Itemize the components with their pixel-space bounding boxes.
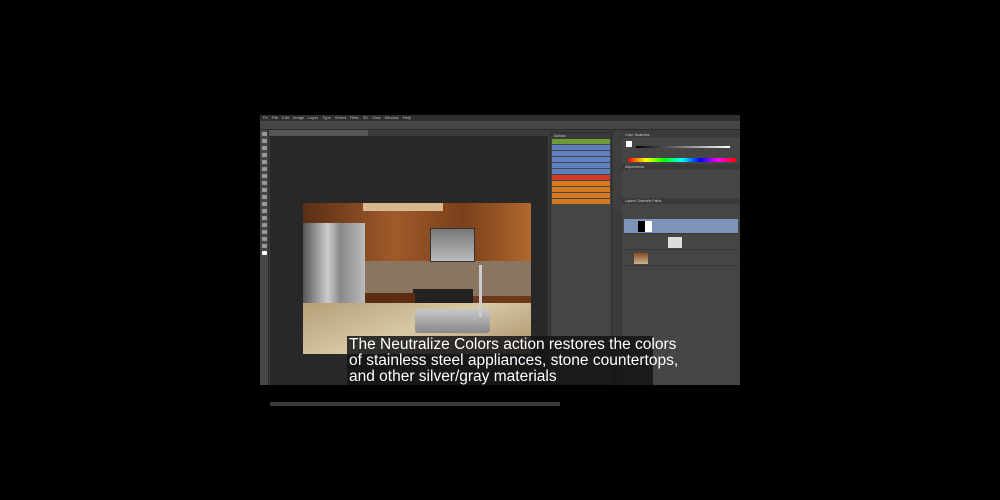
status-bar xyxy=(270,402,560,406)
options-bar xyxy=(260,121,740,130)
color-panel-title[interactable]: Color Swatches xyxy=(622,132,740,138)
video-subtitle: The Neutralize Colors action restores th… xyxy=(347,336,679,385)
type-tool-icon[interactable] xyxy=(261,230,267,234)
dodge-tool-icon[interactable] xyxy=(261,216,267,220)
action-item[interactable] xyxy=(552,139,610,144)
panel-icon-strip xyxy=(613,132,622,212)
layer-row[interactable] xyxy=(624,235,738,250)
history-brush-tool-icon[interactable] xyxy=(261,195,267,199)
action-item[interactable] xyxy=(552,145,610,150)
kitchen-photo xyxy=(303,203,531,354)
action-item[interactable] xyxy=(552,163,610,168)
color-slider[interactable] xyxy=(636,146,730,148)
lasso-tool-icon[interactable] xyxy=(261,146,267,150)
crop-tool-icon[interactable] xyxy=(261,160,267,164)
layer-thumbnail xyxy=(668,237,682,248)
color-swatch-icon[interactable] xyxy=(261,251,267,255)
document-tab[interactable] xyxy=(268,130,368,136)
action-item[interactable] xyxy=(552,187,610,192)
move-tool-icon[interactable] xyxy=(261,132,267,136)
gradient-tool-icon[interactable] xyxy=(261,209,267,213)
brush-tool-icon[interactable] xyxy=(261,181,267,185)
foreground-color-swatch[interactable] xyxy=(626,141,632,147)
layer-row-selected[interactable] xyxy=(624,219,738,234)
quick-select-tool-icon[interactable] xyxy=(261,153,267,157)
eraser-tool-icon[interactable] xyxy=(261,202,267,206)
action-item[interactable] xyxy=(552,175,610,180)
subtitle-line: The Neutralize Colors action restores th… xyxy=(349,336,677,353)
zoom-tool-icon[interactable] xyxy=(261,244,267,248)
pen-tool-icon[interactable] xyxy=(261,223,267,227)
healing-tool-icon[interactable] xyxy=(261,174,267,178)
action-item[interactable] xyxy=(552,151,610,156)
stamp-tool-icon[interactable] xyxy=(261,188,267,192)
layers-panel-title[interactable]: Layers Channels Paths xyxy=(622,198,740,204)
subtitle-line: of stainless steel appliances, stone cou… xyxy=(349,352,679,369)
toolbar xyxy=(260,130,269,385)
background-thumbnail xyxy=(634,253,648,264)
layer-row-background[interactable] xyxy=(624,251,738,266)
action-item[interactable] xyxy=(552,157,610,162)
marquee-tool-icon[interactable] xyxy=(261,139,267,143)
action-item[interactable] xyxy=(552,193,610,198)
layer-mask-thumbnail xyxy=(638,221,652,232)
color-spectrum[interactable] xyxy=(628,158,736,162)
action-item[interactable] xyxy=(552,169,610,174)
eyedropper-tool-icon[interactable] xyxy=(261,167,267,171)
action-item[interactable] xyxy=(552,181,610,186)
action-item[interactable] xyxy=(552,199,610,204)
adjustments-panel-title[interactable]: Adjustments xyxy=(622,164,740,170)
subtitle-line: and other silver/gray materials xyxy=(349,368,557,385)
hand-tool-icon[interactable] xyxy=(261,237,267,241)
